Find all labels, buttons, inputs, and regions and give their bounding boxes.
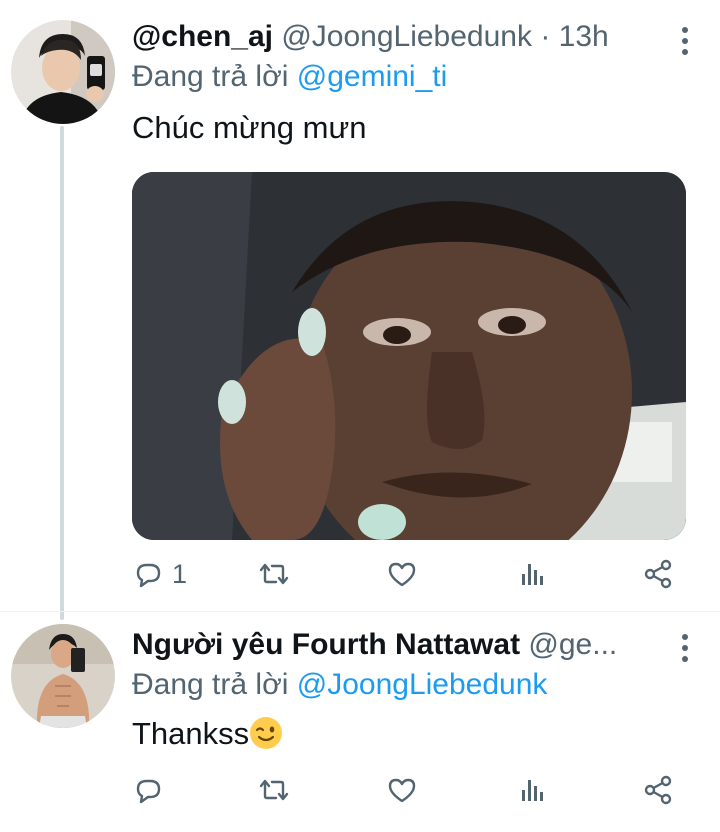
retweet-button[interactable] <box>258 552 290 596</box>
like-button[interactable] <box>386 552 418 596</box>
replying-to-line: Đang trả lời @JoongLiebedunk <box>132 668 547 702</box>
replying-to-prefix: Đang trả lời <box>132 668 289 701</box>
replying-to-prefix: Đang trả lời <box>132 60 289 93</box>
avatar-photo-icon <box>11 624 115 728</box>
tweet-actions <box>132 768 680 812</box>
tweet-actions: 1 <box>132 552 680 596</box>
retweet-button[interactable] <box>258 768 290 812</box>
retweet-icon <box>259 563 289 585</box>
share-icon <box>644 559 672 589</box>
display-name[interactable]: @chen_aj <box>132 20 273 53</box>
share-button[interactable] <box>642 768 674 812</box>
avatar[interactable] <box>11 20 115 124</box>
reply-icon <box>136 779 161 804</box>
analytics-button[interactable] <box>516 552 548 596</box>
share-button[interactable] <box>642 552 674 596</box>
tweet-media[interactable] <box>132 172 686 540</box>
heart-icon <box>388 778 416 803</box>
display-name[interactable]: Người yêu Fourth Nattawat <box>132 628 520 661</box>
timestamp[interactable]: 13h <box>559 20 609 53</box>
winking-face-icon <box>250 717 283 749</box>
user-handle[interactable]: @ge... <box>528 628 617 661</box>
avatar[interactable] <box>11 624 115 728</box>
replying-to-mention[interactable]: @JoongLiebedunk <box>297 668 548 701</box>
reply-button[interactable]: 1 <box>132 552 187 596</box>
video-thumbnail-icon <box>132 172 686 540</box>
tweet-divider <box>0 611 720 612</box>
tweet-header: @chen_aj @JoongLiebedunk · 13h <box>132 20 609 54</box>
replying-to-line: Đang trả lời @gemini_ti <box>132 60 447 94</box>
replying-to-mention[interactable]: @gemini_ti <box>297 60 448 93</box>
analytics-icon <box>522 780 543 801</box>
tweet-text-line: Thankss <box>132 716 283 752</box>
avatar-photo-icon <box>11 20 115 124</box>
reply-button[interactable] <box>132 768 164 812</box>
tweet-header: Người yêu Fourth Nattawat @ge... <box>132 628 617 662</box>
separator-dot: · <box>540 20 551 53</box>
user-handle[interactable]: @JoongLiebedunk <box>281 20 532 53</box>
share-icon <box>644 775 672 805</box>
heart-icon <box>388 562 416 587</box>
more-vertical-icon[interactable] <box>680 27 690 55</box>
reply-icon <box>136 563 161 588</box>
tweet-text: Chúc mừng mưn <box>132 110 367 145</box>
retweet-icon <box>259 779 289 801</box>
thread-connector-line <box>60 126 64 620</box>
reply-count: 1 <box>172 558 188 589</box>
analytics-icon <box>522 564 543 585</box>
analytics-button[interactable] <box>516 768 548 812</box>
tweet-text: Thankss <box>132 716 250 751</box>
like-button[interactable] <box>386 768 418 812</box>
more-vertical-icon[interactable] <box>680 634 690 662</box>
